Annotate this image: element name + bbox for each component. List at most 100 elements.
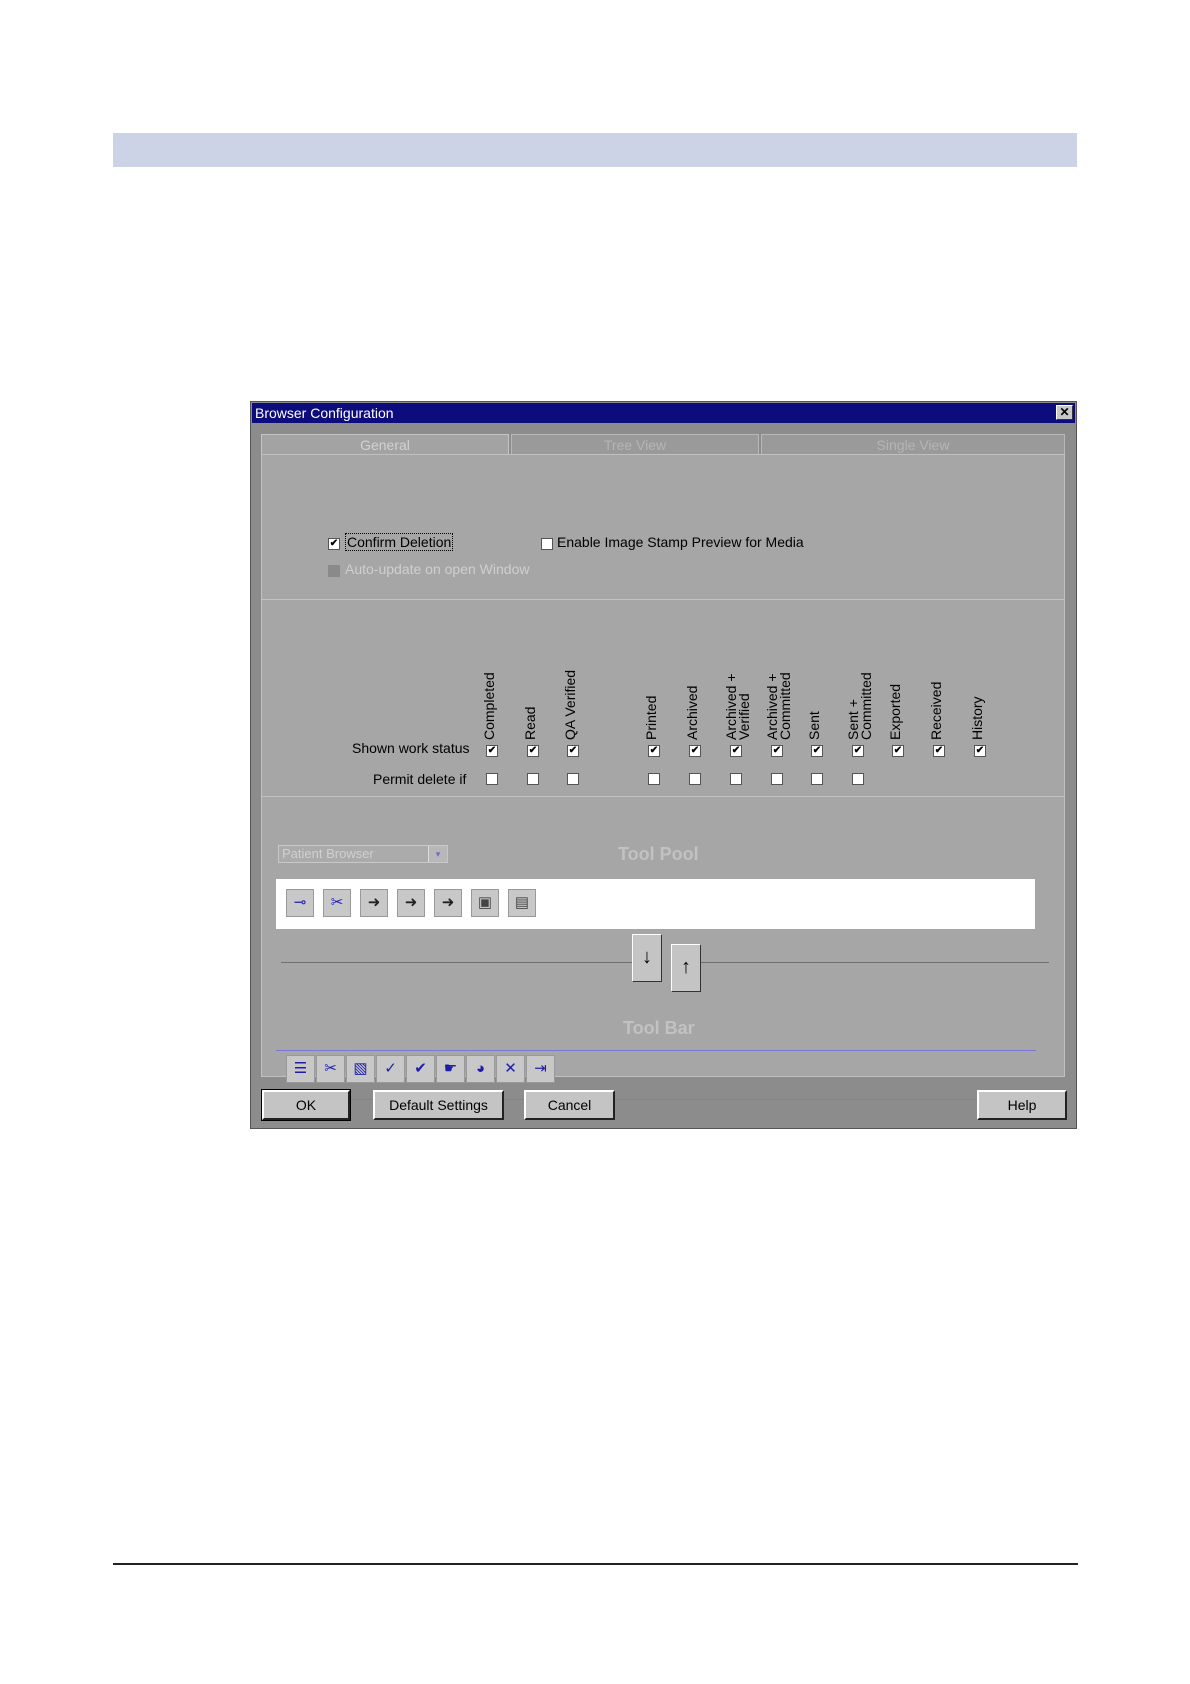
section-separator — [262, 796, 1064, 797]
browser-configuration-dialog: Browser Configuration ✕ General Tree Vie… — [250, 401, 1077, 1129]
tab-single-view[interactable]: Single View — [761, 434, 1065, 455]
import-icon[interactable]: ➜ — [360, 889, 388, 917]
status-column-header: Completed — [480, 625, 500, 740]
confirm-deletion-label[interactable]: Confirm Deletion — [345, 533, 454, 551]
tab-tree-view-label: Tree View — [603, 437, 667, 453]
permit-delete-checkbox[interactable] — [527, 773, 539, 785]
shown-status-checkbox[interactable]: ✔ — [648, 745, 660, 757]
check-icon: ✔ — [329, 538, 339, 549]
status-column-label: QA Verified — [562, 670, 578, 740]
status-column-label: Completed — [481, 672, 497, 740]
check-icon: ✔ — [487, 745, 497, 756]
permit-delete-checkbox[interactable] — [648, 773, 660, 785]
enable-stamp-preview-label[interactable]: Enable Image Stamp Preview for Media — [557, 534, 804, 550]
permit-delete-checkbox[interactable] — [486, 773, 498, 785]
check-icon: ✔ — [934, 745, 944, 756]
status-column-label-line: Verified — [736, 693, 752, 740]
check-icon: ✔ — [649, 745, 659, 756]
status-column-header: Sent + Committed — [845, 625, 874, 740]
export-doc-icon[interactable]: ⇥ — [526, 1055, 555, 1083]
arrow-down-icon: ↓ — [642, 946, 652, 968]
permit-delete-checkbox[interactable] — [852, 773, 864, 785]
status-column-header: History — [968, 625, 988, 740]
tab-general[interactable]: General — [261, 434, 509, 455]
import-device-icon[interactable]: ➜ — [434, 889, 462, 917]
folder-double-check-icon[interactable]: ✔ — [406, 1055, 435, 1083]
status-column-label: Archived — [684, 686, 700, 740]
check-icon: ✔ — [568, 745, 578, 756]
shown-status-checkbox[interactable]: ✔ — [527, 745, 539, 757]
permit-delete-checkbox[interactable] — [811, 773, 823, 785]
shown-status-checkbox[interactable]: ✔ — [811, 745, 823, 757]
list-tree-icon[interactable]: ☰ — [286, 1055, 315, 1083]
tool-pool-title: Tool Pool — [618, 844, 699, 864]
status-column-label: History — [969, 696, 985, 740]
check-icon: ✔ — [893, 745, 903, 756]
status-column-label-line: Printed — [643, 695, 659, 740]
folder-check-icon[interactable]: ✓ — [376, 1055, 405, 1083]
move-up-button[interactable]: ↑ — [671, 944, 701, 992]
unlock-key-icon[interactable]: ✂ — [323, 889, 351, 917]
tool-bar-top-line — [276, 1050, 1036, 1051]
status-column-label-line: Sent — [806, 711, 822, 740]
key-icon[interactable]: ⊸ — [286, 889, 314, 917]
paste-icon[interactable]: ▧ — [346, 1055, 375, 1083]
status-column-header: Exported — [886, 625, 906, 740]
status-column-header: Archived — [683, 625, 703, 740]
help-button[interactable]: Help — [977, 1090, 1067, 1120]
delete-cross-icon[interactable]: ✕ — [496, 1055, 525, 1083]
ok-button[interactable]: OK — [261, 1089, 351, 1121]
tab-tree-view[interactable]: Tree View — [511, 434, 759, 455]
permit-delete-checkbox[interactable] — [567, 773, 579, 785]
scissors-icon[interactable]: ✂ — [316, 1055, 345, 1083]
shown-status-checkbox[interactable]: ✔ — [567, 745, 579, 757]
permit-delete-checkbox[interactable] — [771, 773, 783, 785]
status-column-label: Archived + Verified — [723, 673, 752, 740]
shown-status-checkbox[interactable]: ✔ — [974, 745, 986, 757]
permit-delete-checkbox[interactable] — [689, 773, 701, 785]
dialog-titlebar[interactable]: Browser Configuration ✕ — [252, 403, 1075, 423]
move-down-button[interactable]: ↓ — [632, 934, 662, 982]
page-footer-rule — [113, 1563, 1078, 1565]
status-column-label-line: Exported — [887, 683, 903, 740]
status-column-label: Sent + Committed — [845, 672, 874, 740]
enable-stamp-preview-checkbox[interactable] — [541, 538, 553, 550]
close-button[interactable]: ✕ — [1056, 405, 1073, 420]
confirm-deletion-checkbox[interactable]: ✔ — [328, 538, 340, 550]
folder-hand-icon[interactable]: ☛ — [436, 1055, 465, 1083]
status-column-label: Printed — [643, 695, 659, 740]
tab-single-view-label: Single View — [876, 437, 950, 453]
permit-delete-checkbox[interactable] — [730, 773, 742, 785]
status-column-header: Archived + Committed — [764, 625, 793, 740]
arrow-up-icon: ↑ — [681, 956, 691, 978]
status-column-header: Received — [927, 625, 947, 740]
close-icon: ✕ — [1059, 405, 1070, 419]
computer-icon[interactable]: ▤ — [508, 889, 536, 917]
cancel-button[interactable]: Cancel — [524, 1090, 615, 1120]
default-settings-button[interactable]: Default Settings — [373, 1090, 504, 1120]
shown-status-checkbox[interactable]: ✔ — [852, 745, 864, 757]
status-column-label: Archived + Committed — [764, 672, 793, 740]
check-icon: ✔ — [690, 745, 700, 756]
status-column-header: Read — [521, 625, 541, 740]
status-column-headers: Completed Read QA Verified Printed Archived A… — [262, 625, 1066, 740]
shown-work-status-label: Shown work status — [352, 740, 470, 756]
shown-status-checkbox[interactable]: ✔ — [486, 745, 498, 757]
browser-select[interactable]: Patient Browser ▾ — [278, 845, 448, 863]
shown-status-checkbox[interactable]: ✔ — [730, 745, 742, 757]
network-node-icon[interactable]: ▣ — [471, 889, 499, 917]
shown-status-checkbox[interactable]: ✔ — [892, 745, 904, 757]
browser-select-value: Patient Browser — [282, 846, 374, 861]
shown-status-checkbox[interactable]: ✔ — [771, 745, 783, 757]
shown-status-checkbox[interactable]: ✔ — [933, 745, 945, 757]
globe-icon[interactable]: ◕ — [466, 1055, 495, 1083]
status-column-label-line: Received — [928, 681, 944, 740]
check-icon: ✔ — [975, 745, 985, 756]
chevron-down-icon[interactable]: ▾ — [428, 846, 447, 862]
import-box-icon[interactable]: ➜ — [397, 889, 425, 917]
shown-status-checkbox[interactable]: ✔ — [689, 745, 701, 757]
status-column-header: Sent — [805, 625, 825, 740]
auto-update-checkbox — [328, 565, 340, 577]
check-icon: ✔ — [772, 745, 782, 756]
status-column-label: Received — [928, 681, 944, 740]
